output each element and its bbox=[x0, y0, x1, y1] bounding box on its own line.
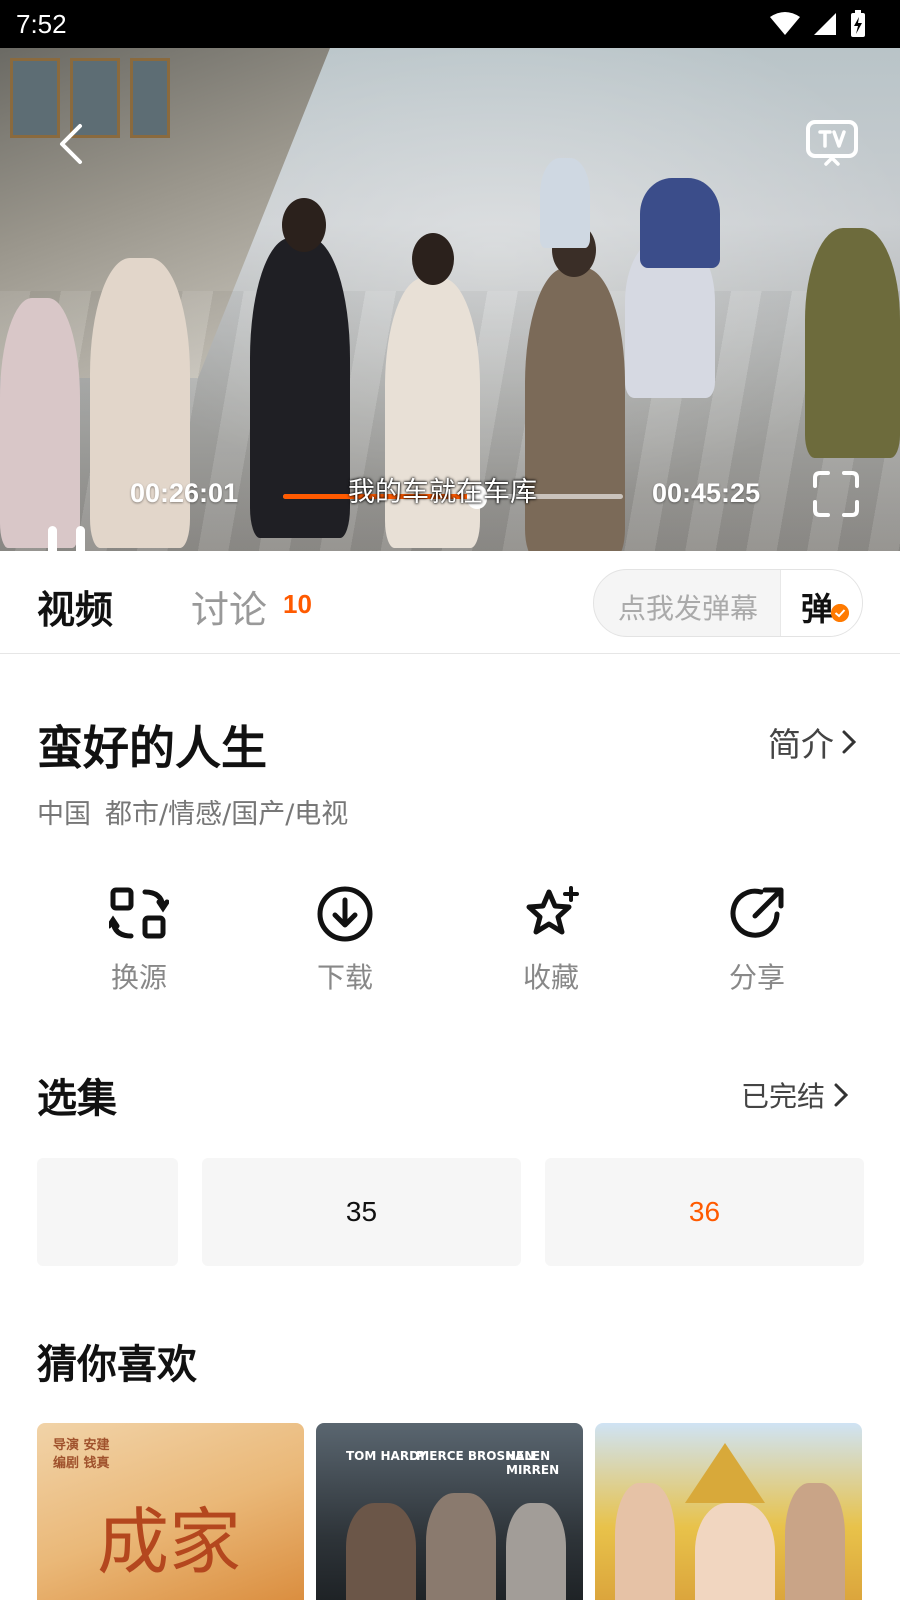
pause-button[interactable] bbox=[46, 520, 90, 551]
total-time: 00:45:25 bbox=[652, 478, 761, 508]
poster-temple bbox=[685, 1443, 765, 1503]
chevron-right-icon bbox=[834, 1083, 849, 1107]
poster-figure bbox=[346, 1503, 416, 1600]
recommend-title: 猜你喜欢 bbox=[37, 1342, 197, 1388]
video-scene-board bbox=[130, 58, 170, 138]
video-scene-person bbox=[640, 178, 720, 268]
episode-label: 36 bbox=[688, 1196, 721, 1227]
favorite-label: 收藏 bbox=[522, 961, 579, 994]
show-meta: 中国 都市/情感/国产/电视 bbox=[37, 792, 348, 831]
switch-source-button[interactable]: 换源 bbox=[79, 884, 199, 1004]
poster-figure bbox=[785, 1483, 845, 1600]
danmaku-toggle-button[interactable]: 弹 bbox=[780, 570, 862, 636]
status-bar: 7:52 bbox=[0, 0, 900, 48]
video-scene-person bbox=[540, 158, 590, 248]
wifi-icon bbox=[770, 12, 800, 35]
signal-icon bbox=[814, 13, 836, 35]
status-icons bbox=[770, 10, 866, 38]
check-icon bbox=[831, 604, 849, 622]
video-scene-person bbox=[805, 228, 900, 458]
episode-item[interactable]: 35 bbox=[202, 1158, 521, 1266]
intro-link[interactable]: 简介 bbox=[768, 718, 858, 766]
battery-charging-icon bbox=[851, 10, 865, 37]
back-icon[interactable] bbox=[52, 120, 92, 168]
video-scene-person bbox=[0, 298, 80, 548]
danmaku-toggle-label: 弹 bbox=[801, 590, 834, 628]
danmaku-input[interactable]: 点我发弹幕 bbox=[618, 587, 758, 627]
episodes-title: 选集 bbox=[37, 1076, 117, 1122]
intro-label: 简介 bbox=[768, 725, 834, 764]
video-player[interactable]: 00:26:01 我的车就在车库 00:45:25 bbox=[0, 48, 900, 551]
cast-tv-icon[interactable] bbox=[806, 118, 858, 166]
share-button[interactable]: 分享 bbox=[697, 884, 817, 1004]
episode-item-selected[interactable]: 36 bbox=[545, 1158, 864, 1266]
poster-actor-name: TOM HARDY bbox=[346, 1449, 427, 1463]
pause-icon bbox=[48, 526, 57, 551]
video-scene-person bbox=[250, 238, 350, 538]
episodes-all-link[interactable]: 已完结 bbox=[741, 1075, 849, 1115]
video-scene-person-head bbox=[412, 233, 454, 285]
video-scene-person-head bbox=[282, 198, 326, 252]
subtitle-text: 我的车就在车库 bbox=[348, 477, 537, 508]
poster-figure bbox=[426, 1493, 496, 1600]
download-label: 下载 bbox=[316, 961, 373, 994]
discussion-count-badge: 10 bbox=[283, 589, 312, 619]
favorite-button[interactable]: 收藏 bbox=[491, 884, 611, 1004]
chevron-right-icon bbox=[842, 730, 857, 754]
pause-icon bbox=[76, 526, 85, 551]
recommend-poster[interactable]: TOM HARDY PIERCE BROSNAN HELEN MIRREN bbox=[316, 1423, 583, 1600]
poster-actor-name: HELEN MIRREN bbox=[506, 1449, 560, 1477]
danmaku-bar: 点我发弹幕 弹 bbox=[593, 569, 863, 637]
poster-credits: 导演 安建 编剧 钱真 bbox=[53, 1438, 110, 1471]
favorite-star-icon bbox=[526, 886, 579, 935]
tab-video[interactable]: 视频 bbox=[37, 579, 113, 634]
tab-discussion[interactable]: 讨论 bbox=[191, 579, 267, 634]
current-time: 00:26:01 bbox=[130, 478, 239, 508]
tab-bar: 视频 讨论 10 点我发弹幕 弹 bbox=[0, 551, 900, 654]
poster-figure bbox=[695, 1503, 775, 1600]
status-time: 7:52 bbox=[16, 9, 67, 39]
poster-title: 成家 bbox=[97, 1500, 242, 1584]
show-genres: 都市/情感/国产/电视 bbox=[105, 799, 349, 830]
episode-label: 35 bbox=[345, 1196, 378, 1227]
episodes-status-label: 已完结 bbox=[741, 1080, 826, 1113]
show-country: 中国 bbox=[37, 799, 91, 830]
episode-item[interactable] bbox=[37, 1158, 178, 1266]
download-icon bbox=[317, 886, 373, 942]
recommend-poster[interactable] bbox=[595, 1423, 862, 1600]
share-icon bbox=[730, 887, 784, 938]
switch-source-label: 换源 bbox=[110, 961, 167, 994]
show-title: 蛮好的人生 bbox=[37, 721, 267, 775]
poster-figure bbox=[615, 1483, 675, 1600]
download-button[interactable]: 下载 bbox=[285, 884, 405, 1004]
poster-figure bbox=[506, 1503, 566, 1600]
switch-source-icon bbox=[109, 887, 169, 939]
recommend-poster[interactable]: 导演 安建 编剧 钱真 成家 bbox=[37, 1423, 304, 1600]
fullscreen-icon[interactable] bbox=[812, 470, 860, 518]
video-scene-person bbox=[525, 268, 625, 551]
share-label: 分享 bbox=[728, 961, 785, 994]
